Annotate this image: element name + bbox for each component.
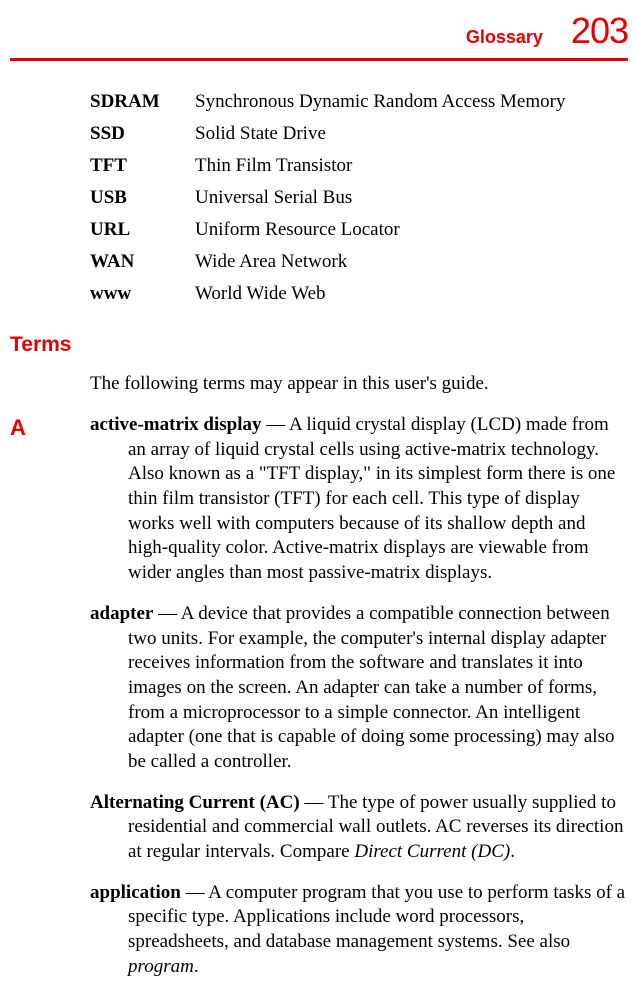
definition-italic-ref: Direct Current (DC)	[354, 841, 510, 862]
definition-italic-ref: program	[128, 956, 194, 977]
acronym-table: SDRAM Synchronous Dynamic Random Access …	[90, 91, 628, 305]
definition-body: A device that provides a compatible conn…	[128, 603, 614, 772]
acronym-term: SSD	[90, 123, 195, 145]
acronym-term: USB	[90, 187, 195, 209]
acronym-definition: Wide Area Network	[195, 251, 347, 273]
acronym-row: WAN Wide Area Network	[90, 251, 628, 273]
letter-label: A	[10, 413, 90, 441]
definition-separator: —	[153, 603, 180, 624]
definition-entry: application — A computer program that yo…	[90, 881, 628, 980]
header-page-number: 203	[571, 10, 628, 52]
definition-tail: .	[194, 956, 199, 977]
definition-separator: —	[300, 792, 328, 813]
acronym-row: USB Universal Serial Bus	[90, 187, 628, 209]
definitions-list: active-matrix display — A liquid crystal…	[90, 413, 628, 995]
acronym-definition: Uniform Resource Locator	[195, 219, 400, 241]
terms-heading: Terms	[10, 333, 628, 357]
page-content: SDRAM Synchronous Dynamic Random Access …	[0, 61, 638, 995]
definition-separator: —	[181, 882, 208, 903]
acronym-term: www	[90, 283, 195, 305]
acronym-term: URL	[90, 219, 195, 241]
letter-block: A active-matrix display — A liquid cryst…	[10, 413, 628, 995]
definition-body: A liquid crystal display (LCD) made from…	[128, 414, 615, 583]
terms-intro: The following terms may appear in this u…	[90, 373, 628, 395]
acronym-row: TFT Thin Film Transistor	[90, 155, 628, 177]
acronym-row: SDRAM Synchronous Dynamic Random Access …	[90, 91, 628, 113]
acronym-row: URL Uniform Resource Locator	[90, 219, 628, 241]
page-header: Glossary 203	[0, 0, 638, 52]
acronym-term: TFT	[90, 155, 195, 177]
acronym-row: www World Wide Web	[90, 283, 628, 305]
acronym-definition: Synchronous Dynamic Random Access Memory	[195, 91, 565, 113]
acronym-definition: Solid State Drive	[195, 123, 326, 145]
header-section-label: Glossary	[466, 27, 543, 48]
definition-separator: —	[262, 414, 289, 435]
definition-entry: Alternating Current (AC) — The type of p…	[90, 791, 628, 865]
acronym-term: WAN	[90, 251, 195, 273]
acronym-row: SSD Solid State Drive	[90, 123, 628, 145]
definition-term: active-matrix display	[90, 414, 262, 435]
acronym-definition: Thin Film Transistor	[195, 155, 352, 177]
definition-term: adapter	[90, 603, 153, 624]
definition-tail: .	[510, 841, 515, 862]
acronym-definition: Universal Serial Bus	[195, 187, 352, 209]
definition-entry: adapter — A device that provides a compa…	[90, 602, 628, 775]
acronym-term: SDRAM	[90, 91, 195, 113]
definition-term: application	[90, 882, 181, 903]
acronym-definition: World Wide Web	[195, 283, 326, 305]
definition-entry: active-matrix display — A liquid crystal…	[90, 413, 628, 586]
definition-term: Alternating Current (AC)	[90, 792, 300, 813]
